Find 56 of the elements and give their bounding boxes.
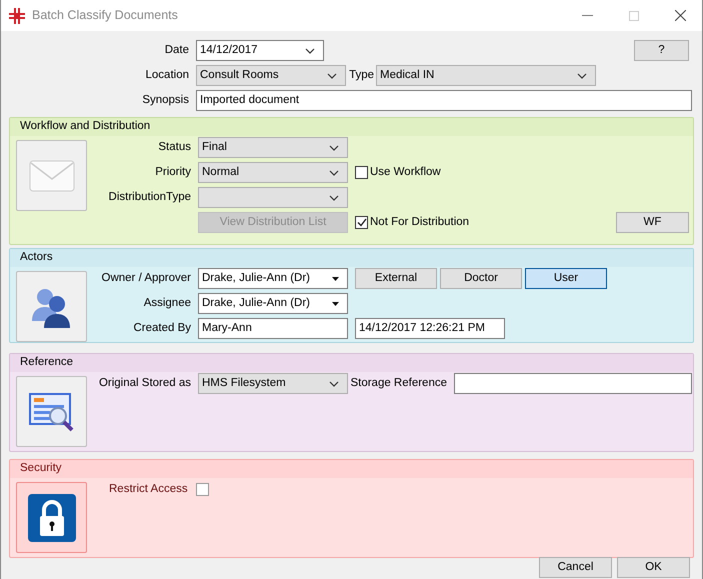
section-title: Reference (20, 355, 74, 370)
help-button[interactable]: ? (634, 40, 689, 61)
created-at-field[interactable]: 14/12/2017 12:26:21 PM (355, 318, 505, 339)
section-title: Security (20, 461, 62, 476)
field-label: Synopsis (142, 92, 189, 108)
filter-button[interactable]: External (355, 268, 437, 289)
distribution-type-dropdown[interactable] (198, 187, 348, 208)
synopsis-field[interactable]: Imported document (196, 90, 692, 111)
assignee-dropdown[interactable]: Drake, Julie-Ann (Dr) (198, 293, 348, 314)
location-dropdown[interactable]: Consult Rooms (196, 65, 346, 86)
chevron-down-icon (329, 144, 339, 150)
envelope-icon (28, 160, 74, 192)
caret-down-icon (332, 276, 339, 280)
checkmark-icon (356, 218, 366, 227)
chevron-down-icon (329, 170, 339, 176)
status-dropdown[interactable]: Final (198, 137, 348, 158)
section-title: Actors (20, 250, 53, 266)
chevron-down-icon (329, 380, 339, 386)
field-label: Original Stored as (98, 376, 191, 391)
field-label: DistributionType (108, 190, 191, 205)
filter-button[interactable]: User (525, 268, 607, 289)
checkbox[interactable]: Not For Distribution (355, 214, 470, 232)
app-logo-icon (9, 8, 25, 24)
field-label: Owner / Approver (102, 270, 191, 286)
field-label: Restrict Access (109, 482, 188, 497)
date-picker[interactable]: 14/12/2017 (196, 40, 324, 61)
wf-button[interactable]: WF (616, 212, 689, 233)
storage-reference-field[interactable] (454, 373, 692, 394)
field-label: Created By (133, 320, 191, 336)
chevron-down-icon (577, 72, 587, 78)
field-label: Type (349, 68, 374, 83)
field-label: Date (164, 42, 189, 58)
restrict-access-checkbox[interactable] (196, 483, 209, 496)
dialog-button[interactable]: OK (617, 557, 690, 578)
close-icon[interactable] (675, 10, 686, 21)
field-label: Priority (155, 164, 191, 180)
checkbox[interactable]: Use Workflow (355, 164, 441, 182)
type-dropdown[interactable]: Medical IN (376, 65, 596, 86)
chevron-down-icon (305, 48, 315, 54)
window-title: Batch Classify Documents (32, 7, 178, 24)
field-label: Assignee (144, 296, 191, 311)
caret-down-icon (332, 302, 339, 306)
created-by-field[interactable]: Mary-Ann (198, 318, 348, 339)
owner-dropdown[interactable]: Drake, Julie-Ann (Dr) (198, 268, 348, 289)
maximize-icon[interactable] (629, 10, 639, 20)
dialog-button[interactable]: Cancel (539, 557, 612, 578)
field-label: Status (158, 140, 191, 155)
filter-button[interactable]: Doctor (440, 268, 522, 289)
chevron-down-icon (327, 72, 337, 78)
field-label: Storage Reference (350, 376, 447, 391)
chevron-down-icon (329, 194, 339, 200)
storage-type-dropdown[interactable]: HMS Filesystem (198, 373, 348, 394)
field-label: Location (146, 68, 189, 83)
priority-dropdown[interactable]: Normal (198, 162, 348, 183)
section-title: Workflow and Distribution (20, 119, 150, 134)
padlock-icon (26, 492, 76, 542)
